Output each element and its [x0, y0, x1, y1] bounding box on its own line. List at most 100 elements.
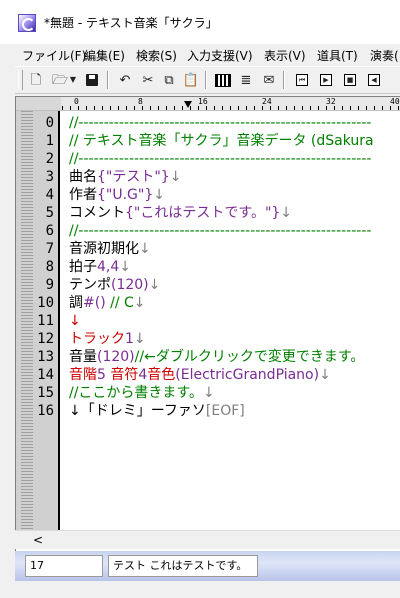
line-number: 5	[45, 205, 54, 221]
menu-edit[interactable]: 編集(E)	[84, 47, 125, 64]
code-line[interactable]: テンポ(120)↓	[69, 276, 160, 294]
code-token: 拍子	[69, 259, 97, 275]
code-line[interactable]: // テキスト音楽「サクラ」音楽データ (dSakura	[69, 132, 374, 150]
code-line[interactable]: //--------------------------------------…	[69, 114, 371, 132]
code-line[interactable]: コメント{"これはテストです。"}↓	[69, 204, 292, 222]
code-line[interactable]: 曲名{"テスト"}↓	[69, 168, 181, 186]
toolbar-separator	[205, 71, 207, 89]
ruler-label: 40	[390, 97, 400, 106]
mail-icon[interactable]: ✉	[260, 71, 278, 89]
code-token: ↓	[319, 367, 331, 383]
line-number: 13	[37, 349, 54, 365]
toolbar-separator	[283, 71, 285, 89]
code-token: トラック	[69, 331, 125, 347]
code-line[interactable]: //--------------------------------------…	[69, 150, 371, 168]
ruler-cursor-marker	[184, 101, 192, 108]
code-token: ↓	[148, 277, 161, 293]
line-number: 2	[45, 151, 54, 167]
menu-view[interactable]: 表示(V)	[264, 47, 306, 64]
code-token: //--------------------------------------…	[69, 151, 372, 167]
code-line[interactable]: 音量(120)//←ダブルクリックで変更できます。	[69, 348, 364, 366]
code-line[interactable]: ↓「ドレミ」ーファソ[EOF]	[69, 402, 245, 420]
code-line[interactable]: ↓	[69, 312, 81, 330]
code-line[interactable]: 音階5 音符4音色(ElectricGrandPiano)↓	[69, 366, 331, 384]
code-line[interactable]: 音源初期化↓	[69, 240, 151, 258]
code-line[interactable]: //--------------------------------------…	[69, 222, 371, 240]
code-token: コメント	[69, 205, 125, 221]
undo-icon[interactable]: ↶	[116, 71, 134, 89]
code-token: (ElectricGrandPiano)	[175, 367, 320, 383]
line-number: 16	[37, 403, 54, 419]
toolbar-grip[interactable]	[18, 70, 23, 90]
line-number: 7	[45, 241, 54, 257]
menu-bar: ファイル(F) 編集(E) 検索(S) 入力支援(V) 表示(V) 道具(T) …	[0, 44, 400, 64]
code-token: 音階	[69, 367, 97, 383]
paste-icon[interactable]: 📋	[182, 71, 200, 89]
code-token: 作者	[69, 187, 97, 203]
code-token: [EOF]	[205, 403, 245, 419]
code-token: ↓	[203, 385, 215, 401]
code-line[interactable]: 作者{"U.G"}↓	[69, 186, 165, 204]
code-token: //←ダブルクリックで変更できます。	[134, 349, 365, 365]
line-number: 10	[37, 295, 54, 311]
ruler-label: 24	[262, 97, 272, 106]
code-token: 1	[125, 331, 134, 347]
dropdown-arrow-icon[interactable]: ▼	[68, 71, 78, 89]
code-line[interactable]: 調#() // C↓	[69, 294, 146, 312]
piano-keyboard-icon[interactable]	[214, 71, 232, 89]
code-token: ↓	[153, 187, 165, 203]
rewind-icon[interactable]: ◀	[365, 71, 383, 89]
new-file-icon[interactable]: 🗋	[27, 71, 45, 89]
editor-frame: 0 8 16 24 32 40 0 1 2 3 4 5 6 7 8 9 10 11 12 13 14 15 16…	[15, 96, 400, 551]
code-token: 音源初期化	[69, 241, 139, 257]
code-token: //--------------------------------------…	[69, 115, 372, 131]
copy-icon[interactable]: ⧉	[160, 71, 178, 89]
line-number: 6	[45, 223, 54, 239]
list-edit-icon[interactable]: ≣	[237, 71, 255, 89]
line-number: 11	[37, 313, 54, 329]
play-start-icon[interactable]: ⏮	[293, 71, 311, 89]
line-number: 4	[45, 187, 54, 203]
code-token: 曲名	[69, 169, 97, 185]
code-token: 5	[97, 367, 111, 383]
ruler-label: 32	[326, 97, 336, 106]
menu-tools[interactable]: 道具(T)	[317, 47, 358, 64]
menu-play[interactable]: 演奏(	[370, 47, 399, 64]
code-token: ↓	[133, 331, 146, 347]
menu-file[interactable]: ファイル(F)	[22, 47, 86, 64]
code-token: {"テスト"}	[97, 169, 170, 185]
horizontal-scrollbar[interactable]: <	[15, 530, 400, 549]
line-number: 9	[45, 277, 54, 293]
ruler-label: 8	[138, 97, 143, 106]
open-folder-icon[interactable]: 🗁	[51, 71, 69, 89]
code-token: 調	[69, 295, 83, 311]
menu-input-support[interactable]: 入力支援(V)	[187, 47, 253, 64]
code-token: ↓	[139, 241, 151, 257]
stop-icon[interactable]: ■	[341, 71, 359, 89]
save-icon[interactable]	[83, 71, 101, 89]
title-bar: *無題 - テキスト音楽「サクラ」	[0, 0, 400, 45]
scroll-left-arrow[interactable]: <	[33, 533, 43, 547]
cut-icon[interactable]: ✂	[139, 71, 157, 89]
line-number: 14	[37, 367, 54, 383]
code-token: ↓「ドレミ」ーファソ	[69, 403, 206, 419]
toolbar-separator	[107, 71, 109, 89]
code-token: #()	[83, 295, 106, 311]
status-bar: 17 テスト これはテストです。	[15, 551, 400, 581]
play-icon[interactable]: ▶	[317, 71, 335, 89]
ruler-label: 16	[198, 97, 208, 106]
ruler-gutter	[16, 97, 61, 110]
ruler-scale: 0 8 16 24 32 40	[62, 97, 400, 110]
line-number: 15	[37, 385, 54, 401]
code-line[interactable]: //ここから書きます。↓	[69, 384, 215, 402]
line-number: 8	[45, 259, 54, 275]
code-token: //--------------------------------------…	[69, 223, 372, 239]
menu-search[interactable]: 検索(S)	[136, 47, 177, 64]
code-line[interactable]: トラック1↓	[69, 330, 146, 348]
code-token: ↓	[69, 313, 81, 329]
code-token: (120)	[97, 349, 135, 365]
ruler-label: 0	[74, 97, 79, 106]
code-line[interactable]: 拍子4,4↓	[69, 258, 131, 276]
code-token: {"これはテストです。"}	[125, 205, 281, 221]
ruler-ticks	[62, 106, 400, 110]
